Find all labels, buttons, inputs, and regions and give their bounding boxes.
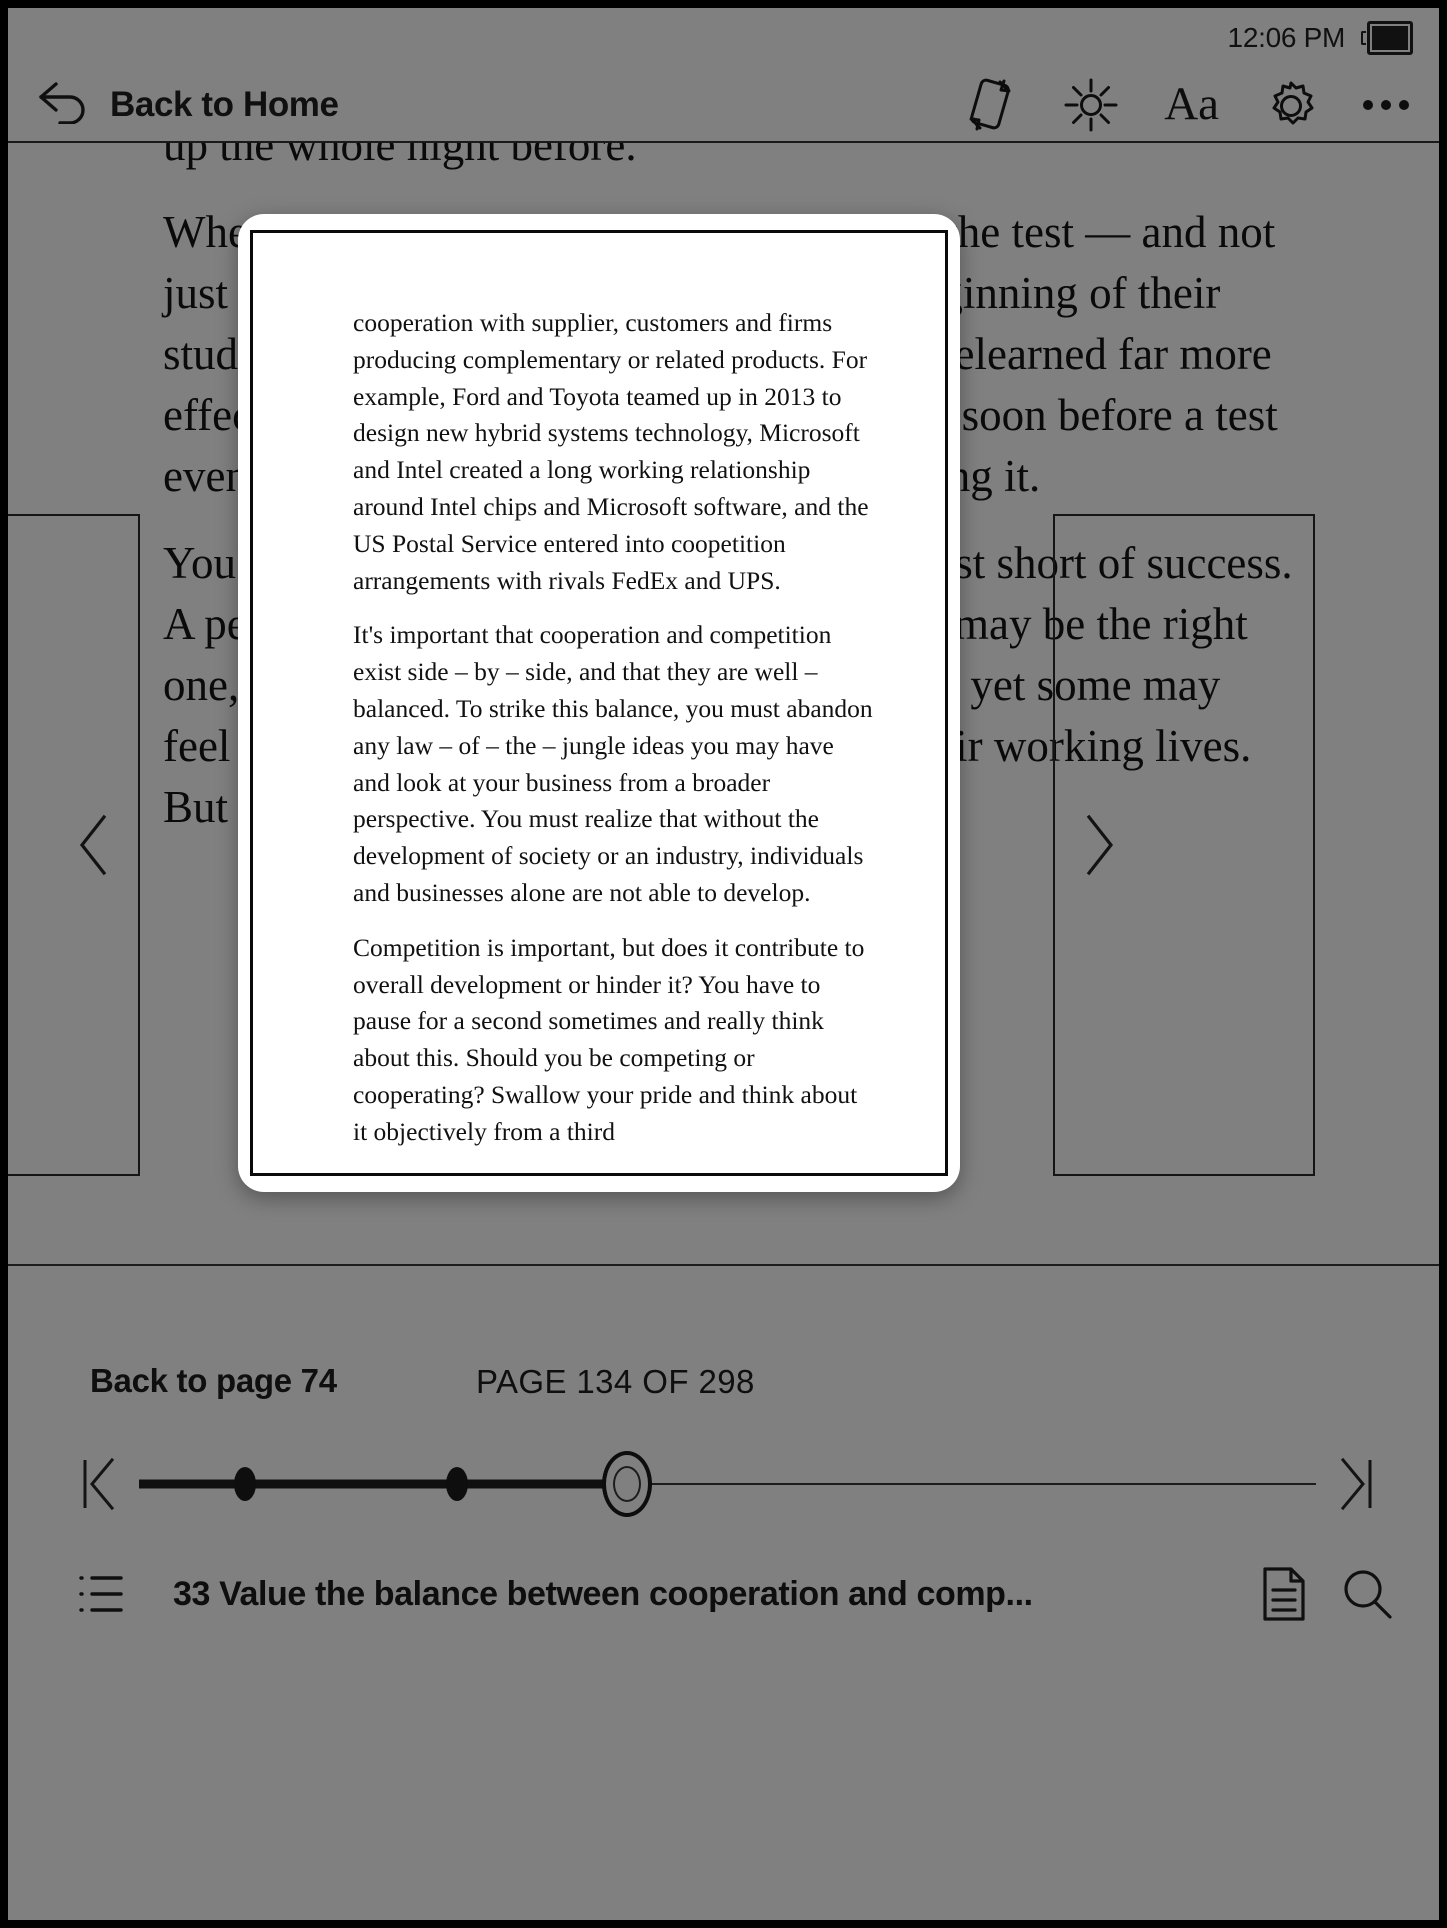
back-to-home-button[interactable]: Back to Home [36,80,339,129]
slider-bookmark-dot[interactable] [445,1467,468,1501]
footer-icon-group [1259,1566,1395,1622]
slider-progress [139,1479,628,1489]
skip-to-end-icon[interactable] [1331,1456,1377,1512]
bottom-toolbar: Back to page 74 PAGE 134 OF 298 33 Value… [8,1264,1439,1920]
page-slider[interactable] [139,1451,1316,1517]
screen-rotation-icon[interactable] [964,74,1018,136]
table-of-contents-icon[interactable] [78,1573,124,1615]
slider-bookmark-dot[interactable] [233,1467,256,1501]
next-page-zone[interactable] [1053,514,1315,1176]
chapter-title[interactable]: 33 Value the balance between cooperation… [173,1575,1259,1614]
preview-paragraph: It's important that cooperation and comp… [353,620,873,907]
back-to-home-label: Back to Home [110,84,339,124]
status-bar: 12:06 PM [8,8,1439,68]
more-options-icon[interactable] [1363,99,1409,110]
preview-paragraph: cooperation with supplier, customers and… [353,308,869,595]
previous-page-zone[interactable] [8,514,140,1176]
page-preview-text: cooperation with supplier, customers and… [353,305,873,1169]
toolbar-icon-group: Aa [964,74,1409,136]
chevron-right-icon [1086,814,1114,876]
ereader-device: 12:06 PM Back to Home Aa up the whole ni… [0,0,1447,1928]
page-indicator: PAGE 134 OF 298 [476,1363,755,1400]
page-preview-popup[interactable]: cooperation with supplier, customers and… [238,214,960,1192]
slider-thumb[interactable] [602,1451,653,1517]
skip-to-start-icon[interactable] [78,1456,124,1512]
brightness-icon[interactable] [1062,76,1120,134]
page-slider-row [8,1436,1439,1532]
page-paragraph: up the whole night before. [163,143,637,170]
back-to-page-button[interactable]: Back to page 74 [90,1362,337,1400]
search-icon[interactable] [1339,1566,1395,1622]
page-preview-frame: cooperation with supplier, customers and… [250,230,948,1176]
status-clock: 12:06 PM [1227,22,1346,53]
chapter-row: 33 Value the balance between cooperation… [8,1554,1439,1634]
chevron-left-icon [79,814,107,876]
back-arrow-icon [36,80,90,129]
top-toolbar: Back to Home Aa [8,68,1439,141]
notes-document-icon[interactable] [1259,1566,1309,1622]
font-size-icon[interactable]: Aa [1164,81,1219,128]
page-info-row: Back to page 74 PAGE 134 OF 298 [8,1362,1439,1412]
settings-gear-icon[interactable] [1263,77,1319,133]
bottom-toolbar-divider [8,1264,1439,1266]
preview-paragraph: Competition is important, but does it co… [353,932,865,1146]
battery-icon [1361,21,1413,55]
ereader-screen: 12:06 PM Back to Home Aa up the whole ni… [8,8,1439,1920]
